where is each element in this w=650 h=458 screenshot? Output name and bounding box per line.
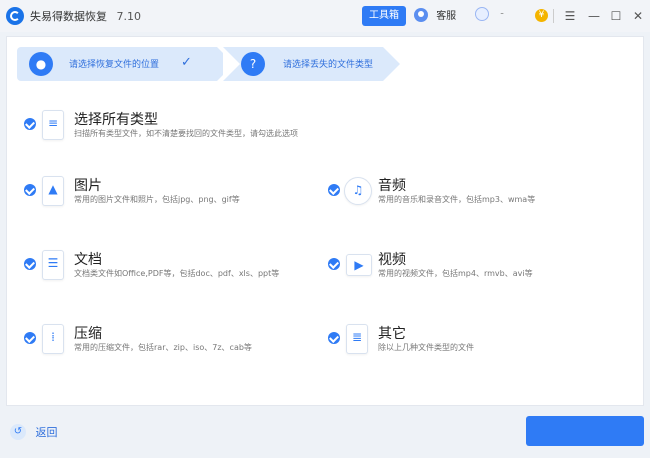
zip-icon: ⁞	[42, 324, 64, 354]
type-description: 常用的图片文件和照片，包括jpg、png、gif等	[74, 195, 240, 204]
type-title: 音频	[378, 178, 406, 194]
check-icon: ✓	[181, 55, 192, 70]
question-doc-icon: ?	[241, 52, 265, 76]
back-label: 返回	[35, 426, 58, 439]
other-files-icon: ≣	[346, 324, 368, 354]
toolbox-button[interactable]: 工具箱	[362, 6, 406, 26]
type-title: 其它	[378, 326, 406, 342]
qq-account-button[interactable]: -	[475, 7, 504, 21]
back-button[interactable]: ↺ 返回	[10, 424, 58, 440]
wizard-steps: ● 请选择恢复文件的位置 ✓ ? 请选择丢失的文件类型	[17, 47, 405, 81]
type-title: 文档	[74, 252, 102, 268]
checkbox-checked-icon[interactable]	[24, 184, 36, 196]
type-description: 文档类文件如Office,PDF等，包括doc、pdf、xls、ppt等	[74, 269, 280, 278]
checkbox-checked-icon[interactable]	[24, 118, 36, 130]
type-description: 常用的压缩文件，包括rar、zip、iso、7z、cab等	[74, 343, 252, 352]
document-icon: ☰	[42, 250, 64, 280]
close-icon[interactable]: ✕	[628, 6, 648, 26]
type-description: 扫描所有类型文件，如不清楚要找回的文件类型，请勾选此选项	[74, 129, 298, 138]
type-description: 常用的音乐和录音文件，包括mp3、wma等	[378, 195, 536, 204]
type-title: 压缩	[74, 326, 102, 342]
list-icon: ≡	[42, 110, 64, 140]
customer-service-button[interactable]: 客服	[414, 7, 456, 22]
coin-icon[interactable]: ¥	[535, 9, 548, 22]
checkbox-checked-icon[interactable]	[328, 258, 340, 270]
qq-label: -	[500, 8, 504, 20]
image-icon: ▲	[42, 176, 64, 206]
step-file-type: ? 请选择丢失的文件类型	[223, 47, 400, 81]
menu-icon[interactable]: ☰	[560, 6, 580, 26]
user-icon	[414, 7, 428, 22]
app-logo-icon	[6, 7, 24, 25]
music-icon: ♫	[344, 177, 372, 205]
main-panel: ● 请选择恢复文件的位置 ✓ ? 请选择丢失的文件类型 ≡ 选择所有类型 扫描所…	[6, 36, 644, 406]
type-description: 除以上几种文件类型的文件	[378, 343, 474, 352]
checkbox-checked-icon[interactable]	[24, 258, 36, 270]
maximize-icon[interactable]: ☐	[606, 6, 626, 26]
type-description: 常用的视频文件，包括mp4、rmvb、avi等	[378, 269, 533, 278]
checkbox-checked-icon[interactable]	[24, 332, 36, 344]
app-name: 失易得数据恢复	[30, 10, 107, 23]
step-location-label: 请选择恢复文件的位置	[69, 60, 160, 70]
app-version: 7.10	[116, 10, 142, 23]
type-title: 视频	[378, 252, 406, 268]
scan-button[interactable]	[526, 416, 644, 446]
type-title: 选择所有类型	[74, 112, 158, 128]
play-icon: ▶	[346, 254, 372, 276]
title-divider	[553, 9, 554, 23]
step-file-type-label: 请选择丢失的文件类型	[283, 60, 374, 70]
app-title: 失易得数据恢复 7.10	[30, 8, 141, 24]
qq-icon	[475, 7, 489, 21]
service-label: 客服	[436, 11, 457, 22]
location-pin-icon: ●	[29, 52, 53, 76]
checkbox-checked-icon[interactable]	[328, 184, 340, 196]
title-bar: 失易得数据恢复 7.10 工具箱 客服 - ¥ ☰ — ☐ ✕	[0, 0, 650, 32]
minimize-icon[interactable]: —	[584, 6, 604, 26]
checkbox-checked-icon[interactable]	[328, 332, 340, 344]
step-location[interactable]: ● 请选择恢复文件的位置 ✓	[17, 47, 234, 81]
type-title: 图片	[74, 178, 102, 194]
back-arrow-icon: ↺	[10, 424, 26, 440]
